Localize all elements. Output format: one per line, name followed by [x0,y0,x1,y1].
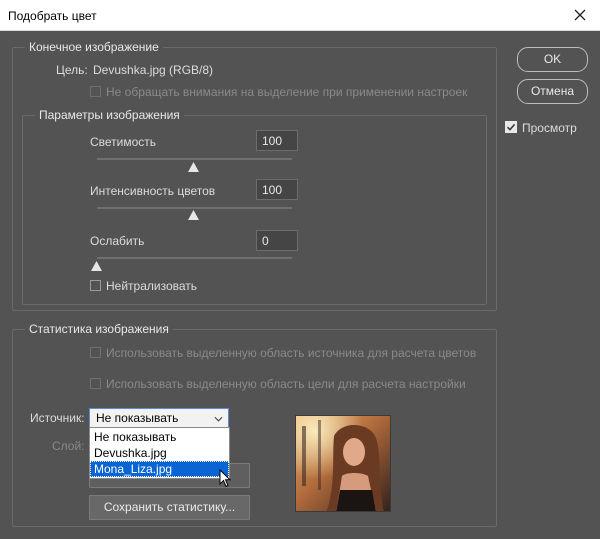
window-title: Подобрать цвет [8,9,97,23]
ignore-selection-label: Не обращать внимания на выделение при пр… [106,85,468,99]
use-target-selection-checkbox[interactable] [90,378,101,389]
save-statistics-button[interactable]: Сохранить статистику... [89,495,250,520]
statistics-legend: Статистика изображения [25,322,173,336]
portrait-photo-icon [296,416,390,511]
match-color-dialog: Конечное изображение Цель: Devushka.jpg … [0,31,600,539]
preview-checkbox-checked-icon[interactable] [505,121,517,133]
neutralize-label: Нейтрализовать [106,279,198,293]
luminance-slider-track[interactable] [97,158,292,160]
destination-legend: Конечное изображение [25,40,163,54]
color-intensity-input[interactable] [256,179,298,200]
color-intensity-label: Интенсивность цветов [90,184,216,198]
luminance-label: Светимость [90,135,157,149]
target-value: Devushka.jpg (RGB/8) [93,63,214,77]
color-intensity-slider-thumb[interactable] [188,210,199,220]
source-option[interactable]: Devushka.jpg [90,445,229,461]
layer-label: Слой: [52,439,85,453]
use-source-selection-checkbox[interactable] [90,347,101,358]
image-options-legend: Параметры изображения [35,108,184,122]
use-source-selection-label: Использовать выделенную область источник… [106,346,477,360]
source-label: Источник: [30,411,85,425]
source-option[interactable]: Не показывать [90,429,229,445]
ok-button[interactable]: OK [517,47,588,72]
mouse-cursor-icon [219,469,231,488]
target-label: Цель: [56,63,88,77]
fade-slider-thumb[interactable] [91,261,102,271]
source-select[interactable]: Не показывать [89,408,229,428]
source-select-value: Не показывать [96,411,179,425]
color-intensity-slider-track[interactable] [97,207,292,209]
luminance-input[interactable] [256,130,298,151]
luminance-slider-thumb[interactable] [188,162,199,172]
ignore-selection-checkbox[interactable] [90,86,101,97]
source-option-selected[interactable]: Mona_Liza.jpg [90,461,229,477]
neutralize-checkbox[interactable] [90,280,101,291]
fade-slider-track[interactable] [97,257,292,259]
chevron-down-icon [214,416,223,422]
use-target-selection-label: Использовать выделенную область цели для… [106,377,466,391]
title-bar: Подобрать цвет [0,0,600,31]
fade-input[interactable] [256,230,298,251]
cancel-button[interactable]: Отмена [517,79,588,104]
source-image-thumbnail [295,415,391,512]
close-icon[interactable] [570,5,590,25]
source-dropdown-list: Не показывать Devushka.jpg Mona_Liza.jpg [89,427,230,479]
fade-label: Ослабить [90,234,145,248]
preview-label: Просмотр [522,121,577,135]
